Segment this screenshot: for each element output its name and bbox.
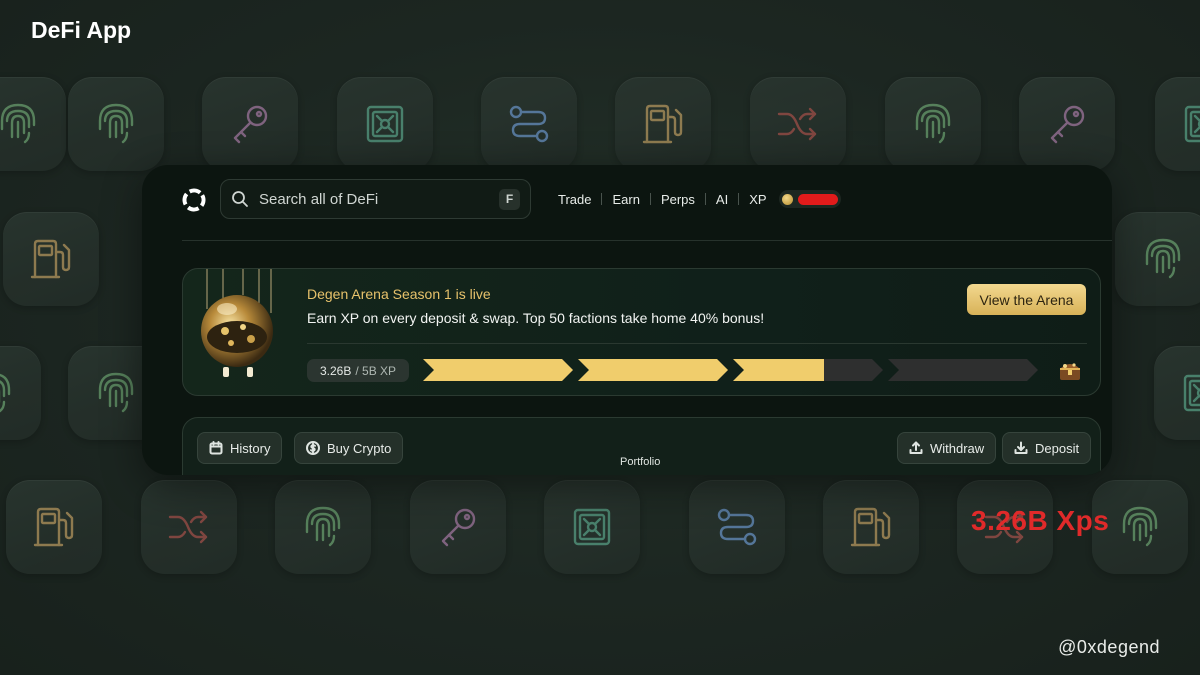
xp-progress-count: 3.26B / 5B XP [307, 359, 410, 382]
background-tile [823, 480, 919, 574]
background-tile [337, 77, 433, 171]
background-tile [1154, 346, 1200, 440]
fingerprint-icon [915, 103, 951, 144]
gas-pump-icon [850, 507, 891, 547]
fingerprint-icon [98, 372, 134, 413]
nav-perps[interactable]: Perps [651, 192, 705, 207]
key-icon [441, 508, 476, 547]
background-tile [141, 480, 237, 574]
defi-app-logo-icon[interactable] [181, 187, 207, 213]
progress-segment [888, 359, 1038, 381]
nav-ai[interactable]: AI [706, 192, 738, 207]
withdraw-label: Withdraw [930, 440, 985, 456]
gas-pump-icon [33, 507, 74, 547]
route-icon [717, 508, 757, 546]
vault-icon [1183, 374, 1200, 412]
buy-crypto-button[interactable]: Buy Crypto [294, 432, 404, 464]
coin-icon [781, 193, 793, 205]
background-tile [3, 212, 99, 306]
fingerprint-icon [1122, 506, 1158, 547]
background-tile [410, 480, 506, 574]
background-tile [1115, 212, 1200, 306]
fingerprint-icon [305, 506, 341, 547]
upload-icon [909, 441, 923, 454]
vault-icon [573, 508, 611, 546]
background-tile [885, 77, 981, 171]
background-tile [275, 480, 371, 574]
app-window: F Trade Earn Perps AI XP [142, 165, 1112, 475]
xp-balance-pill[interactable] [778, 190, 841, 208]
background-tile [689, 480, 785, 574]
vault-icon [366, 105, 404, 143]
background-tile [0, 346, 41, 440]
nav-earn[interactable]: Earn [602, 192, 649, 207]
fingerprint-icon [1145, 238, 1181, 279]
route-icon [509, 105, 549, 143]
banner-title: Degen Arena Season 1 is live [307, 286, 491, 302]
fingerprint-icon [98, 103, 134, 144]
search-shortcut-key: F [499, 188, 520, 210]
xp-target: / 5B XP [355, 363, 397, 378]
dollar-coin-icon [306, 441, 320, 455]
arena-banner: Degen Arena Season 1 is live Earn XP on … [182, 268, 1101, 396]
background-tile [481, 77, 577, 171]
background-tile [544, 480, 640, 574]
gas-pump-icon [642, 104, 683, 144]
view-arena-button[interactable]: View the Arena [967, 284, 1086, 315]
nav-trade[interactable]: Trade [548, 192, 601, 207]
background-tile [750, 77, 846, 171]
fingerprint-icon [0, 103, 36, 144]
vault-icon [1184, 105, 1200, 143]
header-divider [182, 240, 1112, 241]
key-icon [233, 105, 268, 144]
author-handle: @0xdegend [1058, 637, 1160, 657]
calendar-icon [209, 441, 223, 455]
background-tile [0, 77, 66, 171]
xp-progress-bar [423, 359, 1038, 381]
progress-segment-fill [423, 359, 573, 381]
xp-current: 3.26B [320, 363, 352, 378]
history-label: History [230, 440, 271, 456]
deposit-button[interactable]: Deposit [1002, 432, 1092, 464]
search-bar[interactable]: F [220, 179, 531, 219]
top-nav: Trade Earn Perps AI XP [548, 189, 841, 209]
background-tile [615, 77, 711, 171]
deposit-label: Deposit [1035, 440, 1080, 456]
gas-pump-icon [30, 239, 71, 279]
search-input[interactable] [259, 190, 499, 208]
portfolio-panel: History Buy Crypto Portfolio Withdraw De… [182, 417, 1101, 475]
history-button[interactable]: History [197, 432, 283, 464]
app-title: DeFi App [31, 17, 132, 43]
download-icon [1014, 441, 1028, 454]
background-tile [68, 77, 164, 171]
search-icon [232, 191, 248, 207]
redacted-balance [797, 193, 838, 205]
treasure-orb-image [201, 269, 273, 377]
shuffle-icon [168, 510, 208, 544]
banner-description: Earn XP on every deposit & swap. Top 50 … [307, 310, 765, 326]
background-tile [1155, 77, 1200, 171]
treasure-chest-icon [1060, 363, 1080, 380]
withdraw-button[interactable]: Withdraw [897, 432, 997, 464]
buy-crypto-label: Buy Crypto [327, 440, 392, 456]
progress-segment-fill [578, 359, 728, 381]
nav-xp[interactable]: XP [739, 192, 776, 207]
background-tile [1019, 77, 1115, 171]
background-tile [6, 480, 102, 574]
banner-divider [307, 343, 1087, 344]
background-tile [202, 77, 298, 171]
shuffle-icon [777, 107, 817, 141]
xp-annotation: 3.26B Xps [971, 505, 1110, 536]
key-icon [1050, 105, 1085, 144]
fingerprint-icon [0, 373, 11, 413]
portfolio-tab[interactable]: Portfolio [620, 456, 660, 468]
